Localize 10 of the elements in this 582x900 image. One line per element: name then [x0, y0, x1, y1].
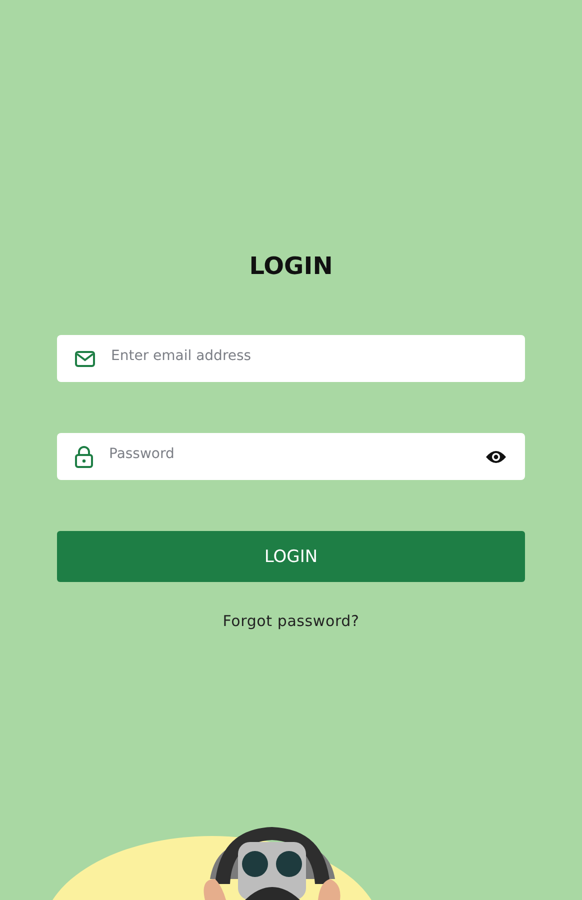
lock-icon — [75, 446, 93, 468]
login-button[interactable]: LOGIN — [57, 531, 525, 582]
eye-icon[interactable] — [485, 450, 507, 464]
email-field[interactable]: Enter email address — [57, 335, 525, 382]
password-input[interactable]: Password — [107, 444, 471, 462]
forgot-password-link[interactable]: Forgot password? — [222, 612, 360, 630]
envelope-icon — [75, 350, 95, 366]
password-field[interactable]: Password — [57, 433, 525, 480]
login-title: LOGIN — [249, 251, 333, 282]
email-input[interactable]: Enter email address — [109, 346, 507, 364]
